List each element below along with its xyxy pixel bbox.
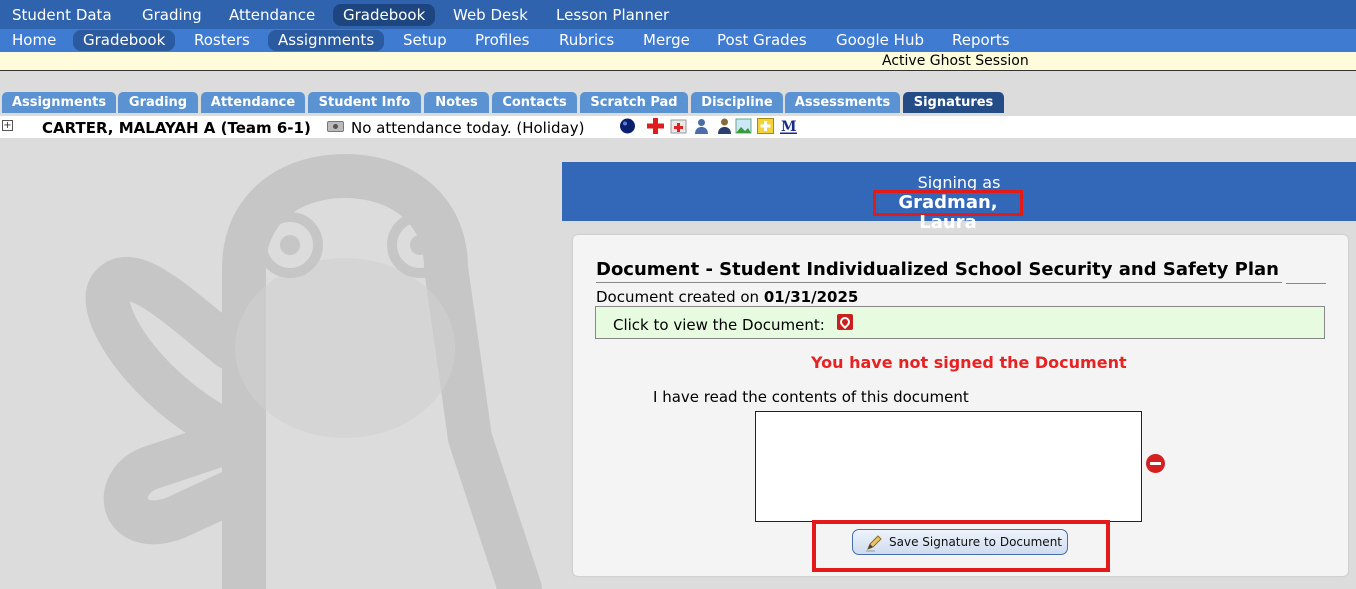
person-icon[interactable]: [693, 118, 710, 134]
save-signature-button[interactable]: Save Signature to Document: [852, 529, 1068, 555]
subnav-setup[interactable]: Setup: [403, 30, 447, 51]
signer-name: Gradman, Laura: [873, 190, 1023, 233]
tab-assessments[interactable]: Assessments: [785, 92, 900, 113]
student-tabs: Assignments Grading Attendance Student I…: [0, 92, 1356, 113]
view-document-box: Click to view the Document:: [595, 306, 1325, 339]
tab-attendance[interactable]: Attendance: [201, 92, 305, 113]
tab-notes[interactable]: Notes: [424, 92, 489, 113]
m-icon[interactable]: M: [780, 118, 797, 134]
tab-scratch-pad[interactable]: Scratch Pad: [580, 92, 688, 113]
signature-status-text: You have not signed the Document: [811, 353, 1127, 372]
circle-icon[interactable]: [619, 118, 636, 134]
subnav-assignments[interactable]: Assignments: [268, 30, 385, 51]
tab-contacts[interactable]: Contacts: [492, 92, 577, 113]
nav-attendance[interactable]: Attendance: [229, 4, 315, 26]
document-panel: Document - Student Individualized School…: [573, 235, 1348, 576]
document-title: Document - Student Individualized School…: [596, 259, 1282, 283]
tab-discipline[interactable]: Discipline: [691, 92, 783, 113]
tab-signatures[interactable]: Signatures: [903, 92, 1004, 113]
subnav-gradebook[interactable]: Gradebook: [73, 30, 176, 51]
ghost-session-text: Active Ghost Session: [882, 53, 1029, 69]
health-icon[interactable]: [670, 118, 687, 134]
created-date: 01/31/2025: [763, 288, 859, 306]
expand-toggle[interactable]: +: [2, 120, 13, 131]
subnav-reports[interactable]: Reports: [952, 30, 1010, 51]
subnav-rubrics[interactable]: Rubrics: [559, 30, 614, 51]
image-icon[interactable]: [735, 118, 752, 134]
tab-grading[interactable]: Grading: [118, 92, 198, 113]
signature-pad[interactable]: [755, 411, 1142, 522]
ghost-session-banner: Active Ghost Session: [0, 52, 1356, 71]
tab-student-info[interactable]: Student Info: [308, 92, 421, 113]
subnav-rosters[interactable]: Rosters: [194, 30, 250, 51]
clear-signature-icon[interactable]: [1146, 454, 1165, 473]
subnav-post-grades[interactable]: Post Grades: [717, 30, 807, 51]
nav-lesson-planner[interactable]: Lesson Planner: [556, 4, 669, 26]
document-created: Document created on 01/31/2025: [596, 288, 858, 306]
counselor-icon[interactable]: [716, 118, 733, 134]
pen-icon: [866, 535, 882, 552]
secondary-nav: Home Gradebook Rosters Assignments Setup…: [0, 29, 1356, 52]
svg-text:M: M: [781, 119, 797, 134]
nav-grading[interactable]: Grading: [142, 4, 202, 26]
student-row: + CARTER, MALAYAH A (Team 6-1) No attend…: [0, 116, 1356, 138]
nav-gradebook[interactable]: Gradebook: [333, 4, 436, 26]
nav-student-data[interactable]: Student Data: [12, 4, 112, 26]
pdf-icon[interactable]: [837, 314, 853, 330]
subnav-google-hub[interactable]: Google Hub: [836, 30, 924, 51]
primary-nav: Student Data Grading Attendance Gradeboo…: [0, 0, 1356, 29]
save-signature-label: Save Signature to Document: [889, 535, 1063, 549]
medical-cross-icon[interactable]: [647, 118, 664, 134]
subnav-profiles[interactable]: Profiles: [475, 30, 529, 51]
attendance-note: No attendance today. (Holiday): [351, 119, 585, 137]
acknowledge-label: I have read the contents of this documen…: [653, 388, 969, 406]
created-prefix: Document created on: [596, 288, 760, 306]
plus-star-icon[interactable]: [757, 118, 774, 134]
title-divider: [1286, 283, 1326, 284]
subnav-merge[interactable]: Merge: [643, 30, 690, 51]
nav-web-desk[interactable]: Web Desk: [453, 4, 528, 26]
ghost-watermark-icon: [85, 154, 542, 589]
view-document-label: Click to view the Document:: [613, 316, 825, 334]
subnav-home[interactable]: Home: [12, 30, 56, 51]
tab-assignments[interactable]: Assignments: [2, 92, 116, 113]
student-name: CARTER, MALAYAH A (Team 6-1): [42, 119, 311, 137]
camera-icon[interactable]: [327, 121, 344, 132]
